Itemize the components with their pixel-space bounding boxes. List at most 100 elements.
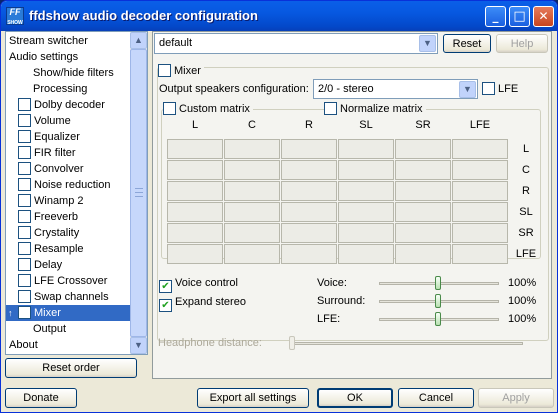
matrix-cell[interactable] xyxy=(395,223,451,243)
tree-item[interactable]: Noise reduction xyxy=(6,177,110,193)
tree-item[interactable]: Resample xyxy=(6,241,84,257)
tree-item[interactable]: About xyxy=(6,337,38,353)
title-bar[interactable]: FF SHOW ffdshow audio decoder configurati… xyxy=(1,1,557,31)
matrix-cell[interactable] xyxy=(281,202,337,222)
matrix-cell[interactable] xyxy=(395,160,451,180)
matrix-cell[interactable] xyxy=(224,160,280,180)
tree-item[interactable]: Audio settings xyxy=(6,49,78,65)
mixer-enable-checkbox[interactable]: Mixer xyxy=(158,64,204,78)
speakers-config-select[interactable]: 2/0 - stereo ▼ xyxy=(313,79,478,99)
matrix-cell[interactable] xyxy=(224,181,280,201)
help-button[interactable]: Help xyxy=(496,34,548,53)
voice-control-checkbox[interactable]: ✔ Voice control xyxy=(159,277,238,293)
lfe-checkbox-box[interactable] xyxy=(482,82,495,95)
matrix-cell[interactable] xyxy=(395,202,451,222)
matrix-cell[interactable] xyxy=(167,139,223,159)
tree-item[interactable]: Stream switcher xyxy=(6,33,88,49)
matrix-cell[interactable] xyxy=(452,202,508,222)
tree-item[interactable]: Crystality xyxy=(6,225,79,241)
expand-stereo-checkbox-box[interactable]: ✔ xyxy=(159,299,172,312)
custom-matrix-checkbox[interactable]: Custom matrix xyxy=(163,102,253,116)
expand-stereo-checkbox[interactable]: ✔ Expand stereo xyxy=(159,296,246,312)
matrix-cell[interactable] xyxy=(395,181,451,201)
apply-button[interactable]: Apply xyxy=(478,388,554,408)
normalize-matrix-checkbox[interactable]: Normalize matrix xyxy=(324,102,426,116)
matrix-cell[interactable] xyxy=(281,244,337,264)
tree-item[interactable]: Convolver xyxy=(6,161,84,177)
matrix-cell[interactable] xyxy=(338,181,394,201)
preset-dropdown-arrow-icon[interactable]: ▼ xyxy=(419,35,436,52)
ok-button[interactable]: OK xyxy=(317,388,393,408)
tree-item-checkbox[interactable] xyxy=(18,258,31,271)
tree-item-checkbox[interactable] xyxy=(18,242,31,255)
matrix-cell[interactable] xyxy=(167,244,223,264)
matrix-cell[interactable] xyxy=(338,223,394,243)
export-all-settings-button[interactable]: Export all settings xyxy=(197,388,309,408)
tree-item[interactable]: FIR filter xyxy=(6,145,76,161)
matrix-cell[interactable] xyxy=(452,244,508,264)
tree-item[interactable]: LFE Crossover xyxy=(6,273,107,289)
preset-reset-button[interactable]: Reset xyxy=(443,34,491,53)
speakers-dropdown-arrow-icon[interactable]: ▼ xyxy=(459,81,476,98)
minimize-button[interactable]: _ xyxy=(485,6,506,27)
preset-combobox[interactable]: default ▼ xyxy=(154,33,438,54)
maximize-button[interactable]: □ xyxy=(509,6,530,27)
tree-item[interactable]: Swap channels xyxy=(6,289,109,305)
tree-item-checkbox[interactable] xyxy=(18,114,31,127)
matrix-cell[interactable] xyxy=(224,223,280,243)
tree-item[interactable]: Volume xyxy=(6,113,71,129)
mixer-checkbox-box[interactable] xyxy=(158,64,171,77)
matrix-cell[interactable] xyxy=(224,139,280,159)
scrollbar-thumb[interactable] xyxy=(130,49,147,337)
tree-item-checkbox[interactable] xyxy=(18,194,31,207)
cancel-button[interactable]: Cancel xyxy=(398,388,474,408)
slider-thumb[interactable] xyxy=(435,294,441,308)
matrix-cell[interactable] xyxy=(281,160,337,180)
matrix-cell[interactable] xyxy=(338,202,394,222)
tree-item-checkbox[interactable] xyxy=(18,290,31,303)
matrix-cell[interactable] xyxy=(338,244,394,264)
close-button[interactable]: ✕ xyxy=(533,6,554,27)
tree-item[interactable]: Dolby decoder xyxy=(6,97,105,113)
filter-tree[interactable]: Stream switcher Audio settings Show/hide f… xyxy=(5,31,148,355)
matrix-cell[interactable] xyxy=(395,244,451,264)
tree-item[interactable]: Show/hide filters xyxy=(6,65,114,81)
matrix-cell[interactable] xyxy=(281,181,337,201)
custom-matrix-checkbox-box[interactable] xyxy=(163,102,176,115)
tree-item[interactable]: Winamp 2 xyxy=(6,193,84,209)
tree-item-checkbox[interactable] xyxy=(18,162,31,175)
matrix-cell[interactable] xyxy=(452,139,508,159)
tree-item-checkbox[interactable] xyxy=(18,98,31,111)
tree-vertical-scrollbar[interactable]: ▲ ▼ xyxy=(130,32,147,354)
matrix-cell[interactable] xyxy=(281,223,337,243)
voice-control-checkbox-box[interactable]: ✔ xyxy=(159,280,172,293)
matrix-cell[interactable] xyxy=(167,181,223,201)
matrix-cell[interactable] xyxy=(338,139,394,159)
headphone-distance-track[interactable] xyxy=(291,342,523,345)
tree-item[interactable]: Processing xyxy=(6,81,87,97)
tree-item[interactable]: Equalizer xyxy=(6,129,80,145)
tree-item-checkbox[interactable] xyxy=(18,210,31,223)
matrix-cell[interactable] xyxy=(167,202,223,222)
scroll-up-arrow-icon[interactable]: ▲ xyxy=(130,32,147,49)
matrix-cell[interactable] xyxy=(224,244,280,264)
matrix-cell[interactable] xyxy=(338,160,394,180)
matrix-cell[interactable] xyxy=(452,223,508,243)
reset-order-button[interactable]: Reset order xyxy=(5,358,137,378)
tree-item[interactable]: Delay xyxy=(6,257,62,273)
matrix-cell[interactable] xyxy=(452,181,508,201)
tree-item-checkbox[interactable] xyxy=(18,226,31,239)
tree-item[interactable]: Freeverb xyxy=(6,209,78,225)
headphone-distance-thumb[interactable] xyxy=(289,336,295,350)
tree-item-checkbox[interactable] xyxy=(18,274,31,287)
slider-thumb[interactable] xyxy=(435,276,441,290)
tree-item[interactable]: ↑ Mixer xyxy=(6,305,130,321)
tree-item[interactable]: Output xyxy=(6,321,66,337)
matrix-cell[interactable] xyxy=(281,139,337,159)
donate-button[interactable]: Donate xyxy=(5,388,77,408)
matrix-cell[interactable] xyxy=(167,160,223,180)
tree-item-checkbox[interactable] xyxy=(18,130,31,143)
scroll-down-arrow-icon[interactable]: ▼ xyxy=(130,337,147,354)
matrix-cell[interactable] xyxy=(224,202,280,222)
slider-thumb[interactable] xyxy=(435,312,441,326)
